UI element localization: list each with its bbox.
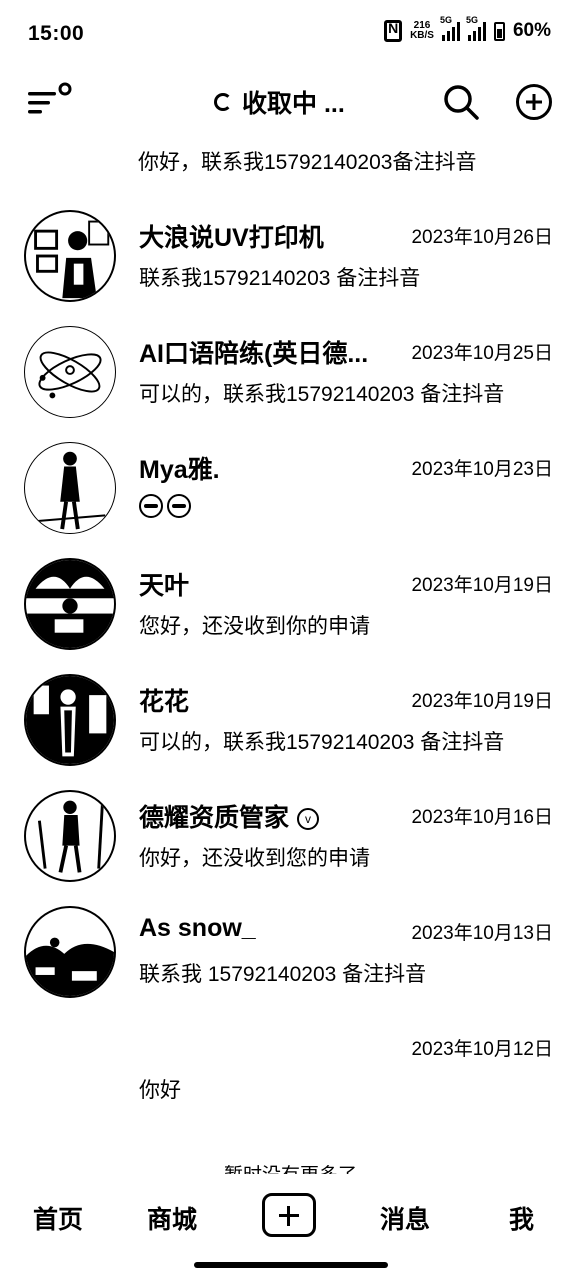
- chat-message: 联系我 15792140203 备注抖音: [139, 963, 427, 986]
- nfc-icon: [384, 20, 403, 42]
- chat-message: 你好，还没收到您的申请: [139, 847, 370, 870]
- chat-date: 2023年10月26日: [411, 227, 553, 248]
- avatar: [24, 674, 116, 766]
- chat-name: 天叶: [139, 572, 190, 600]
- page-title-text: 收取中 ...: [242, 90, 345, 118]
- chat-item[interactable]: 大浪说UV打印机 2023年10月26日 联系我15792140203 备注抖音: [0, 210, 581, 326]
- network-speed: 216 KB/S: [410, 21, 434, 41]
- nav-me[interactable]: 我: [509, 1200, 534, 1236]
- status-time: 15:00: [28, 22, 85, 45]
- page-title: 收取中 ...: [214, 84, 345, 120]
- bottom-nav: 首页 商城 消息 我: [0, 1186, 581, 1250]
- chat-message: 联系我15792140203 备注抖音: [139, 267, 421, 290]
- nav-mall[interactable]: 商城: [147, 1200, 197, 1236]
- chat-name: Mya雅.: [139, 456, 220, 484]
- chat-item[interactable]: 花花 2023年10月19日 可以的，联系我15792140203 备注抖音: [0, 674, 581, 790]
- chat-name: 大浪说UV打印机: [139, 224, 324, 252]
- no-more-text: 暂时没有更多了: [0, 1160, 581, 1174]
- chat-item[interactable]: AI口语陪练(英日德... 2023年10月25日 可以的，联系我1579214…: [0, 326, 581, 442]
- emoji-icon: [167, 494, 191, 518]
- avatar: [24, 558, 116, 650]
- add-circle-icon[interactable]: [515, 83, 553, 121]
- battery-percent: 60%: [512, 20, 551, 41]
- signal-1-label: 5G: [439, 15, 452, 25]
- chat-date: 2023年10月19日: [411, 575, 553, 596]
- status-bar: 15:00 216 KB/S 5G 5G 60%: [0, 0, 581, 70]
- nav-messages[interactable]: 消息: [380, 1200, 430, 1236]
- chat-name: 花花: [139, 688, 190, 716]
- chat-name: 德耀资质管家 v: [139, 798, 320, 834]
- chat-date: 2023年10月25日: [411, 343, 553, 364]
- chat-date: 2023年10月12日: [411, 1039, 553, 1060]
- battery-icon: [493, 21, 505, 41]
- chat-message: 您好，还没收到你的申请: [139, 615, 370, 638]
- avatar: [24, 210, 116, 302]
- emoji-message: [139, 494, 191, 518]
- avatar: [24, 906, 116, 998]
- list-item-snippet[interactable]: 你好，联系我15792140203备注抖音: [138, 146, 476, 176]
- chat-date: 2023年10月23日: [411, 459, 553, 480]
- network-speed-unit: KB/S: [410, 30, 434, 41]
- chat-item[interactable]: 天叶 2023年10月19日 您好，还没收到你的申请: [0, 558, 581, 674]
- chat-message: 可以的，联系我15792140203 备注抖音: [139, 383, 505, 406]
- plus-box-icon[interactable]: [262, 1193, 316, 1237]
- chat-name: AI口语陪练(英日德...: [139, 340, 369, 368]
- emoji-icon: [139, 494, 163, 518]
- status-icons: 216 KB/S 5G 5G 60%: [384, 15, 551, 42]
- search-icon[interactable]: [441, 82, 481, 122]
- chat-name-text: 德耀资质管家: [139, 804, 290, 832]
- nav-home[interactable]: 首页: [33, 1200, 83, 1236]
- avatar: [24, 790, 116, 882]
- chat-item[interactable]: As snow_ 2023年10月13日 联系我 15792140203 备注抖…: [0, 906, 581, 1022]
- top-bar: 收取中 ...: [0, 70, 581, 132]
- home-indicator[interactable]: [194, 1262, 388, 1268]
- chat-message: 你好: [139, 1079, 181, 1102]
- loading-spinner-icon: [214, 93, 232, 111]
- chat-item[interactable]: Mya雅. 2023年10月23日: [0, 442, 581, 558]
- menu-icon[interactable]: [28, 82, 72, 118]
- signal-icon: 5G: [466, 15, 486, 41]
- chat-date: 2023年10月16日: [411, 807, 553, 828]
- chat-message: 可以的，联系我15792140203 备注抖音: [139, 731, 505, 754]
- chat-date: 2023年10月13日: [411, 923, 553, 944]
- chat-item[interactable]: 2023年10月12日 你好: [0, 1022, 581, 1138]
- signal-icon: 5G: [440, 15, 460, 41]
- signal-2-label: 5G: [465, 15, 478, 25]
- avatar: [24, 326, 116, 418]
- verified-icon: v: [297, 808, 320, 831]
- chat-date: 2023年10月19日: [411, 691, 553, 712]
- chat-name: As snow_: [139, 914, 256, 942]
- avatar: [24, 442, 116, 534]
- chat-item[interactable]: 德耀资质管家 v 2023年10月16日 你好，还没收到您的申请: [0, 790, 581, 906]
